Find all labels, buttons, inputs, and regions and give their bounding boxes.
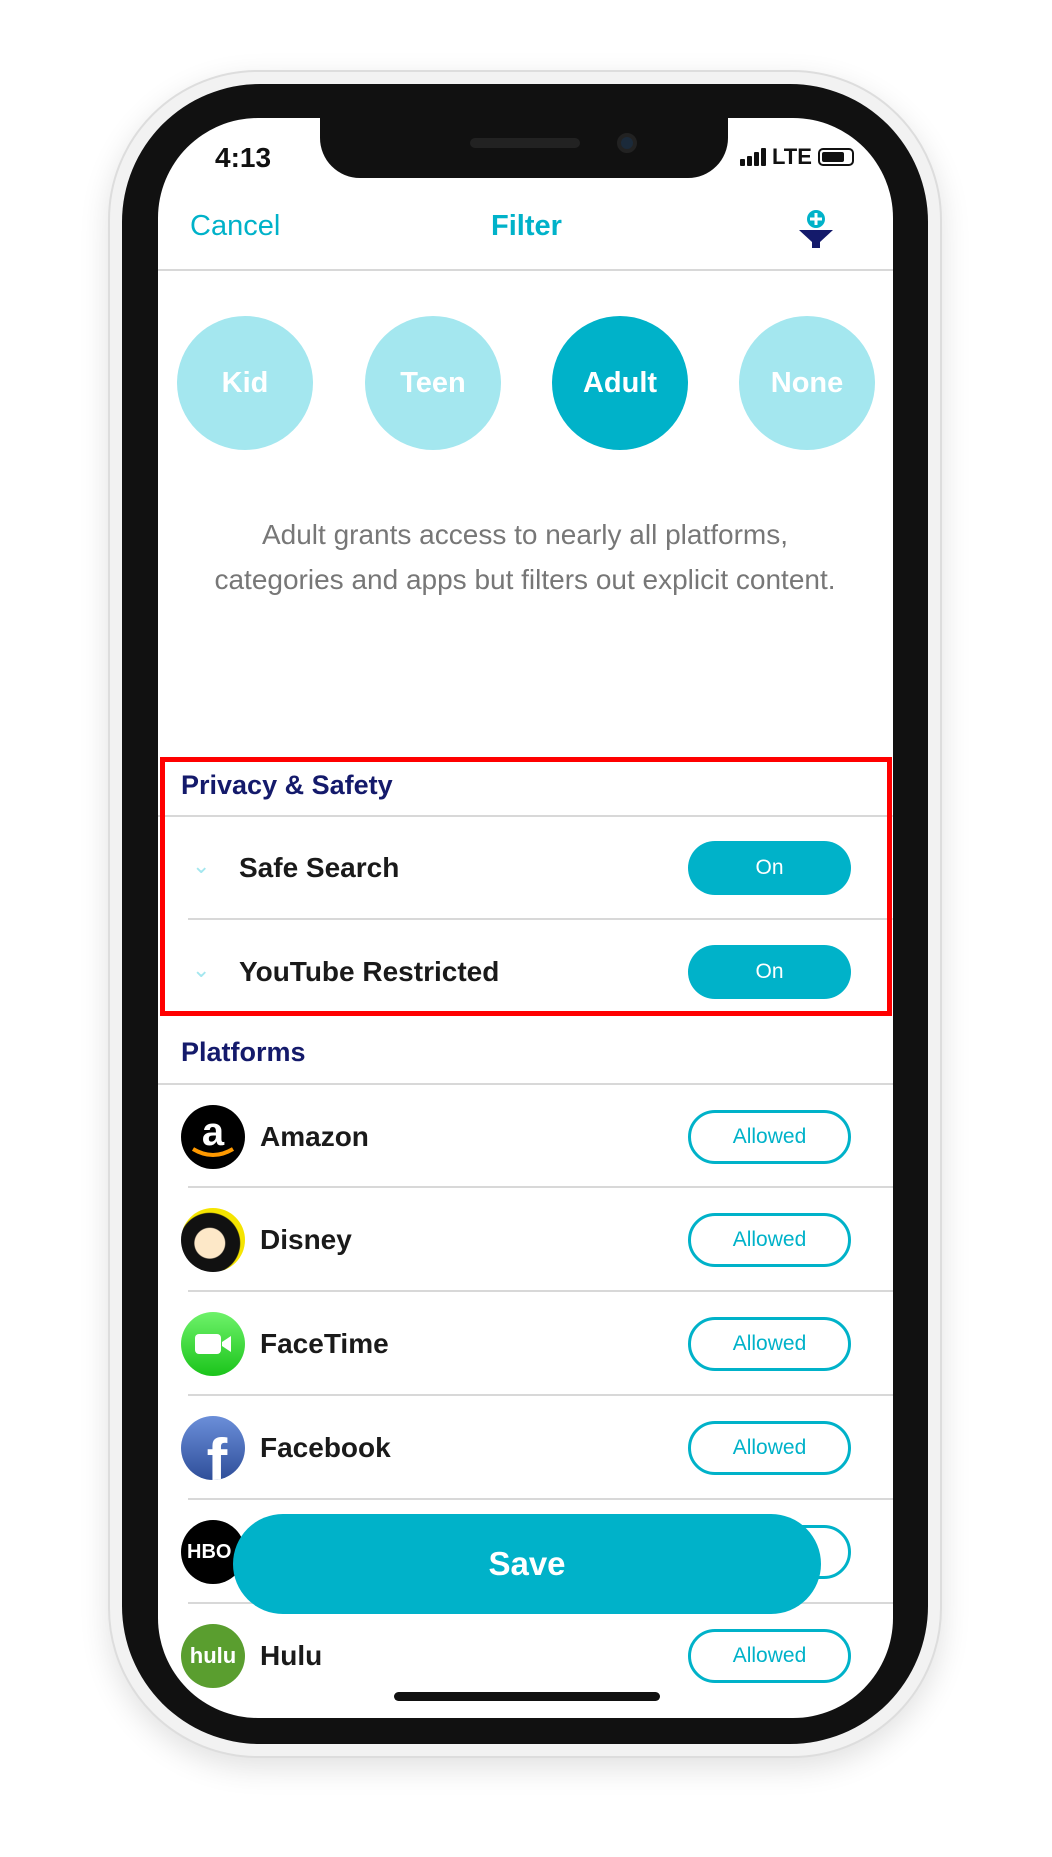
header-divider [158,269,893,271]
platform-name: Amazon [260,1121,369,1152]
divider [188,1394,893,1396]
facetime-toggle[interactable]: Allowed [688,1317,851,1371]
disney-logo-icon [181,1208,245,1272]
cancel-button[interactable]: Cancel [190,210,280,243]
page-title: Filter [491,210,562,242]
network-label: LTE [772,144,812,169]
level-description: Adult grants access to nearly all platfo… [214,519,836,595]
svg-text:f: f [207,1427,228,1480]
battery-icon [817,148,854,166]
amazon-logo-icon: a [181,1105,245,1169]
hulu-logo-icon: hulu [181,1624,245,1688]
camera [617,133,637,153]
platform-name: Disney [260,1224,352,1255]
facebook-toggle[interactable]: Allowed [688,1421,851,1475]
add-filter-icon[interactable] [796,208,836,250]
divider [188,1498,893,1500]
highlight-box [160,757,892,1016]
level-adult[interactable]: Adult [552,316,688,450]
facebook-logo-icon: f [181,1416,245,1480]
platform-name: Hulu [260,1640,323,1671]
divider [158,1083,893,1085]
hulu-toggle[interactable]: Allowed [688,1629,851,1683]
divider [188,1186,893,1188]
home-indicator[interactable] [394,1692,660,1701]
disney-toggle[interactable]: Allowed [688,1213,851,1267]
svg-text:a: a [202,1110,225,1154]
section-title-platforms: Platforms [181,1037,306,1067]
status-icons: LTE [740,144,854,170]
level-none[interactable]: None [739,316,875,450]
status-time: 4:13 [215,142,272,173]
level-kid[interactable]: Kid [177,316,313,450]
save-button[interactable]: Save [233,1514,821,1614]
facetime-logo-icon [181,1312,245,1376]
platform-name: FaceTime [260,1328,389,1359]
platform-name: Facebook [260,1432,391,1463]
amazon-toggle[interactable]: Allowed [688,1110,851,1164]
level-teen[interactable]: Teen [365,316,501,450]
divider [188,1290,893,1292]
signal-icon [740,148,766,166]
speaker [470,138,580,148]
